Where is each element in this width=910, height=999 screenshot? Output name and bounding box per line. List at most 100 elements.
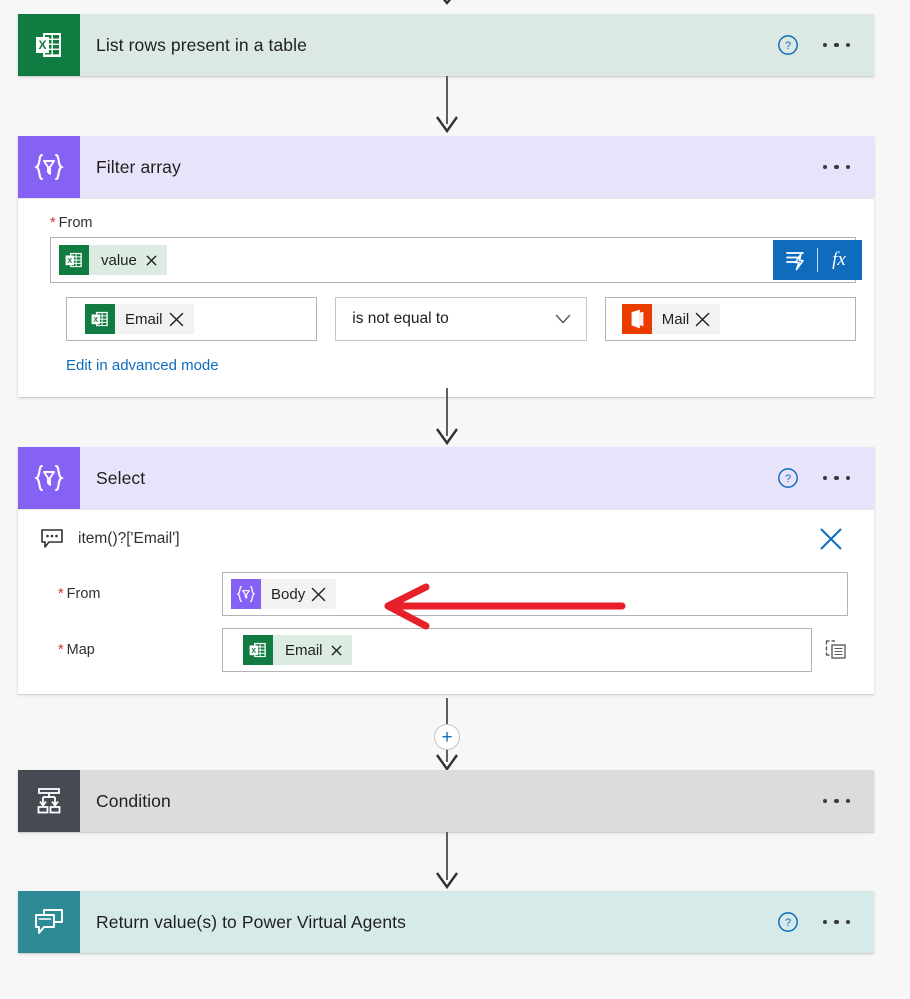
map-field-label: * Map — [58, 642, 95, 658]
filter-condition-row: X Email is not equal to Mail — [36, 297, 856, 341]
more-options-button[interactable] — [821, 914, 853, 931]
operator-dropdown[interactable]: is not equal to — [335, 297, 587, 341]
from-field-label: * From — [50, 215, 93, 231]
svg-text:?: ? — [784, 473, 790, 485]
remove-token-icon[interactable] — [330, 644, 342, 656]
dynamic-content-flyout[interactable]: fx — [773, 240, 862, 280]
excel-icon: X — [59, 245, 89, 275]
plus-icon: + — [441, 726, 453, 748]
filter-array-body: * From X value fx X Email is not equal t… — [18, 198, 874, 397]
operator-value: is not equal to — [352, 310, 449, 327]
left-operand-input[interactable]: X Email — [66, 297, 318, 341]
select-map-row: * Map X Email — [36, 628, 856, 672]
required-asterisk: * — [58, 642, 64, 658]
map-input[interactable]: X Email — [222, 628, 812, 672]
card-title: Select — [96, 467, 146, 488]
from-field-label: * From — [58, 586, 101, 602]
token-label: Body — [271, 585, 306, 603]
card-header-actions: ? — [777, 911, 875, 933]
from-field-wrapper: X value fx — [36, 237, 862, 283]
required-asterisk: * — [58, 586, 64, 602]
advanced-mode-link-wrapper: Edit in advanced mode — [66, 357, 856, 375]
data-operation-icon — [18, 447, 80, 509]
dynamic-content-button[interactable] — [775, 240, 817, 280]
flow-card-condition[interactable]: Condition — [18, 770, 874, 832]
remove-token-icon[interactable] — [169, 312, 184, 327]
connector-arrow-2 — [436, 388, 458, 446]
token-label: Mail — [661, 310, 690, 328]
help-icon[interactable]: ? — [777, 34, 799, 56]
excel-icon: X — [18, 14, 80, 76]
more-options-button[interactable] — [821, 793, 853, 810]
card-title: Condition — [96, 790, 171, 811]
select-body: item()?['Email'] * From Body * Map X Ema… — [18, 509, 874, 694]
token-chip-email[interactable]: X Email — [85, 304, 194, 334]
svg-text:?: ? — [784, 40, 790, 52]
excel-icon: X — [85, 304, 115, 334]
connector-arrow-4 — [436, 832, 458, 890]
from-input[interactable]: X value — [50, 237, 856, 283]
data-operation-icon — [231, 579, 261, 609]
help-icon[interactable]: ? — [777, 467, 799, 489]
comment-text: item()?['Email'] — [78, 530, 180, 547]
from-input[interactable]: Body — [222, 572, 848, 616]
help-icon[interactable]: ? — [777, 911, 799, 933]
required-asterisk: * — [50, 215, 56, 231]
flow-card-select[interactable]: Select ? item()?['Email'] * From Body * … — [18, 447, 874, 694]
token-chip-email[interactable]: X Email — [243, 635, 352, 665]
svg-text:X: X — [38, 38, 46, 52]
chevron-down-icon — [555, 314, 571, 324]
token-chip-mail[interactable]: Mail — [621, 304, 721, 334]
expression-fx-button[interactable]: fx — [818, 240, 860, 280]
remove-token-icon[interactable] — [695, 312, 710, 327]
svg-text:X: X — [251, 647, 256, 655]
card-header-actions — [821, 159, 875, 176]
lightning-lines-icon — [786, 252, 804, 271]
token-chip-value[interactable]: X value — [59, 245, 167, 275]
switch-map-mode-icon[interactable] — [824, 638, 848, 662]
connector-arrow-top — [442, 0, 452, 5]
card-header[interactable]: Select ? — [18, 447, 874, 509]
more-options-button[interactable] — [821, 470, 853, 487]
card-title: Filter array — [96, 156, 181, 177]
card-header-actions: ? — [777, 467, 875, 489]
connector-arrow-1 — [436, 76, 458, 134]
select-comment-row: item()?['Email'] — [36, 526, 856, 552]
flow-card-return-values[interactable]: Return value(s) to Power Virtual Agents … — [18, 891, 874, 953]
insert-new-step-button[interactable]: + — [434, 724, 460, 750]
flow-card-list-rows[interactable]: X List rows present in a table ? — [18, 14, 874, 76]
svg-text:X: X — [67, 257, 72, 265]
card-header[interactable]: Return value(s) to Power Virtual Agents … — [18, 891, 874, 953]
card-header-actions: ? — [777, 34, 875, 56]
more-options-button[interactable] — [821, 159, 853, 176]
svg-text:?: ? — [784, 917, 790, 929]
excel-icon: X — [243, 635, 273, 665]
token-chip-body[interactable]: Body — [231, 579, 337, 609]
more-options-button[interactable] — [821, 37, 853, 54]
comment-icon — [41, 529, 63, 548]
card-header-actions — [821, 793, 875, 810]
data-operation-icon — [18, 136, 80, 198]
token-label: value — [101, 251, 137, 269]
flow-designer-canvas: X List rows present in a table ? Filter … — [0, 0, 910, 999]
office365-outlook-icon — [621, 304, 652, 334]
comment-block: item()?['Email'] — [36, 526, 180, 550]
remove-token-icon[interactable] — [146, 254, 157, 266]
power-virtual-agents-icon — [18, 891, 80, 953]
card-title: List rows present in a table — [96, 34, 307, 55]
flow-card-filter-array[interactable]: Filter array * From X value fx X Email i… — [18, 136, 874, 397]
token-label: Email — [285, 641, 323, 659]
card-title: Return value(s) to Power Virtual Agents — [96, 911, 406, 932]
edit-in-advanced-mode-link[interactable]: Edit in advanced mode — [66, 357, 219, 374]
card-header[interactable]: Condition — [18, 770, 874, 832]
remove-token-icon[interactable] — [311, 587, 326, 602]
close-icon[interactable] — [818, 526, 844, 552]
svg-text:X: X — [93, 316, 98, 324]
select-from-row: * From Body — [36, 572, 856, 616]
right-operand-input[interactable]: Mail — [604, 297, 856, 341]
card-header[interactable]: Filter array — [18, 136, 874, 198]
condition-icon — [18, 770, 80, 832]
card-header[interactable]: X List rows present in a table ? — [18, 14, 874, 76]
token-label: Email — [125, 310, 163, 328]
flyout-divider — [817, 248, 818, 272]
